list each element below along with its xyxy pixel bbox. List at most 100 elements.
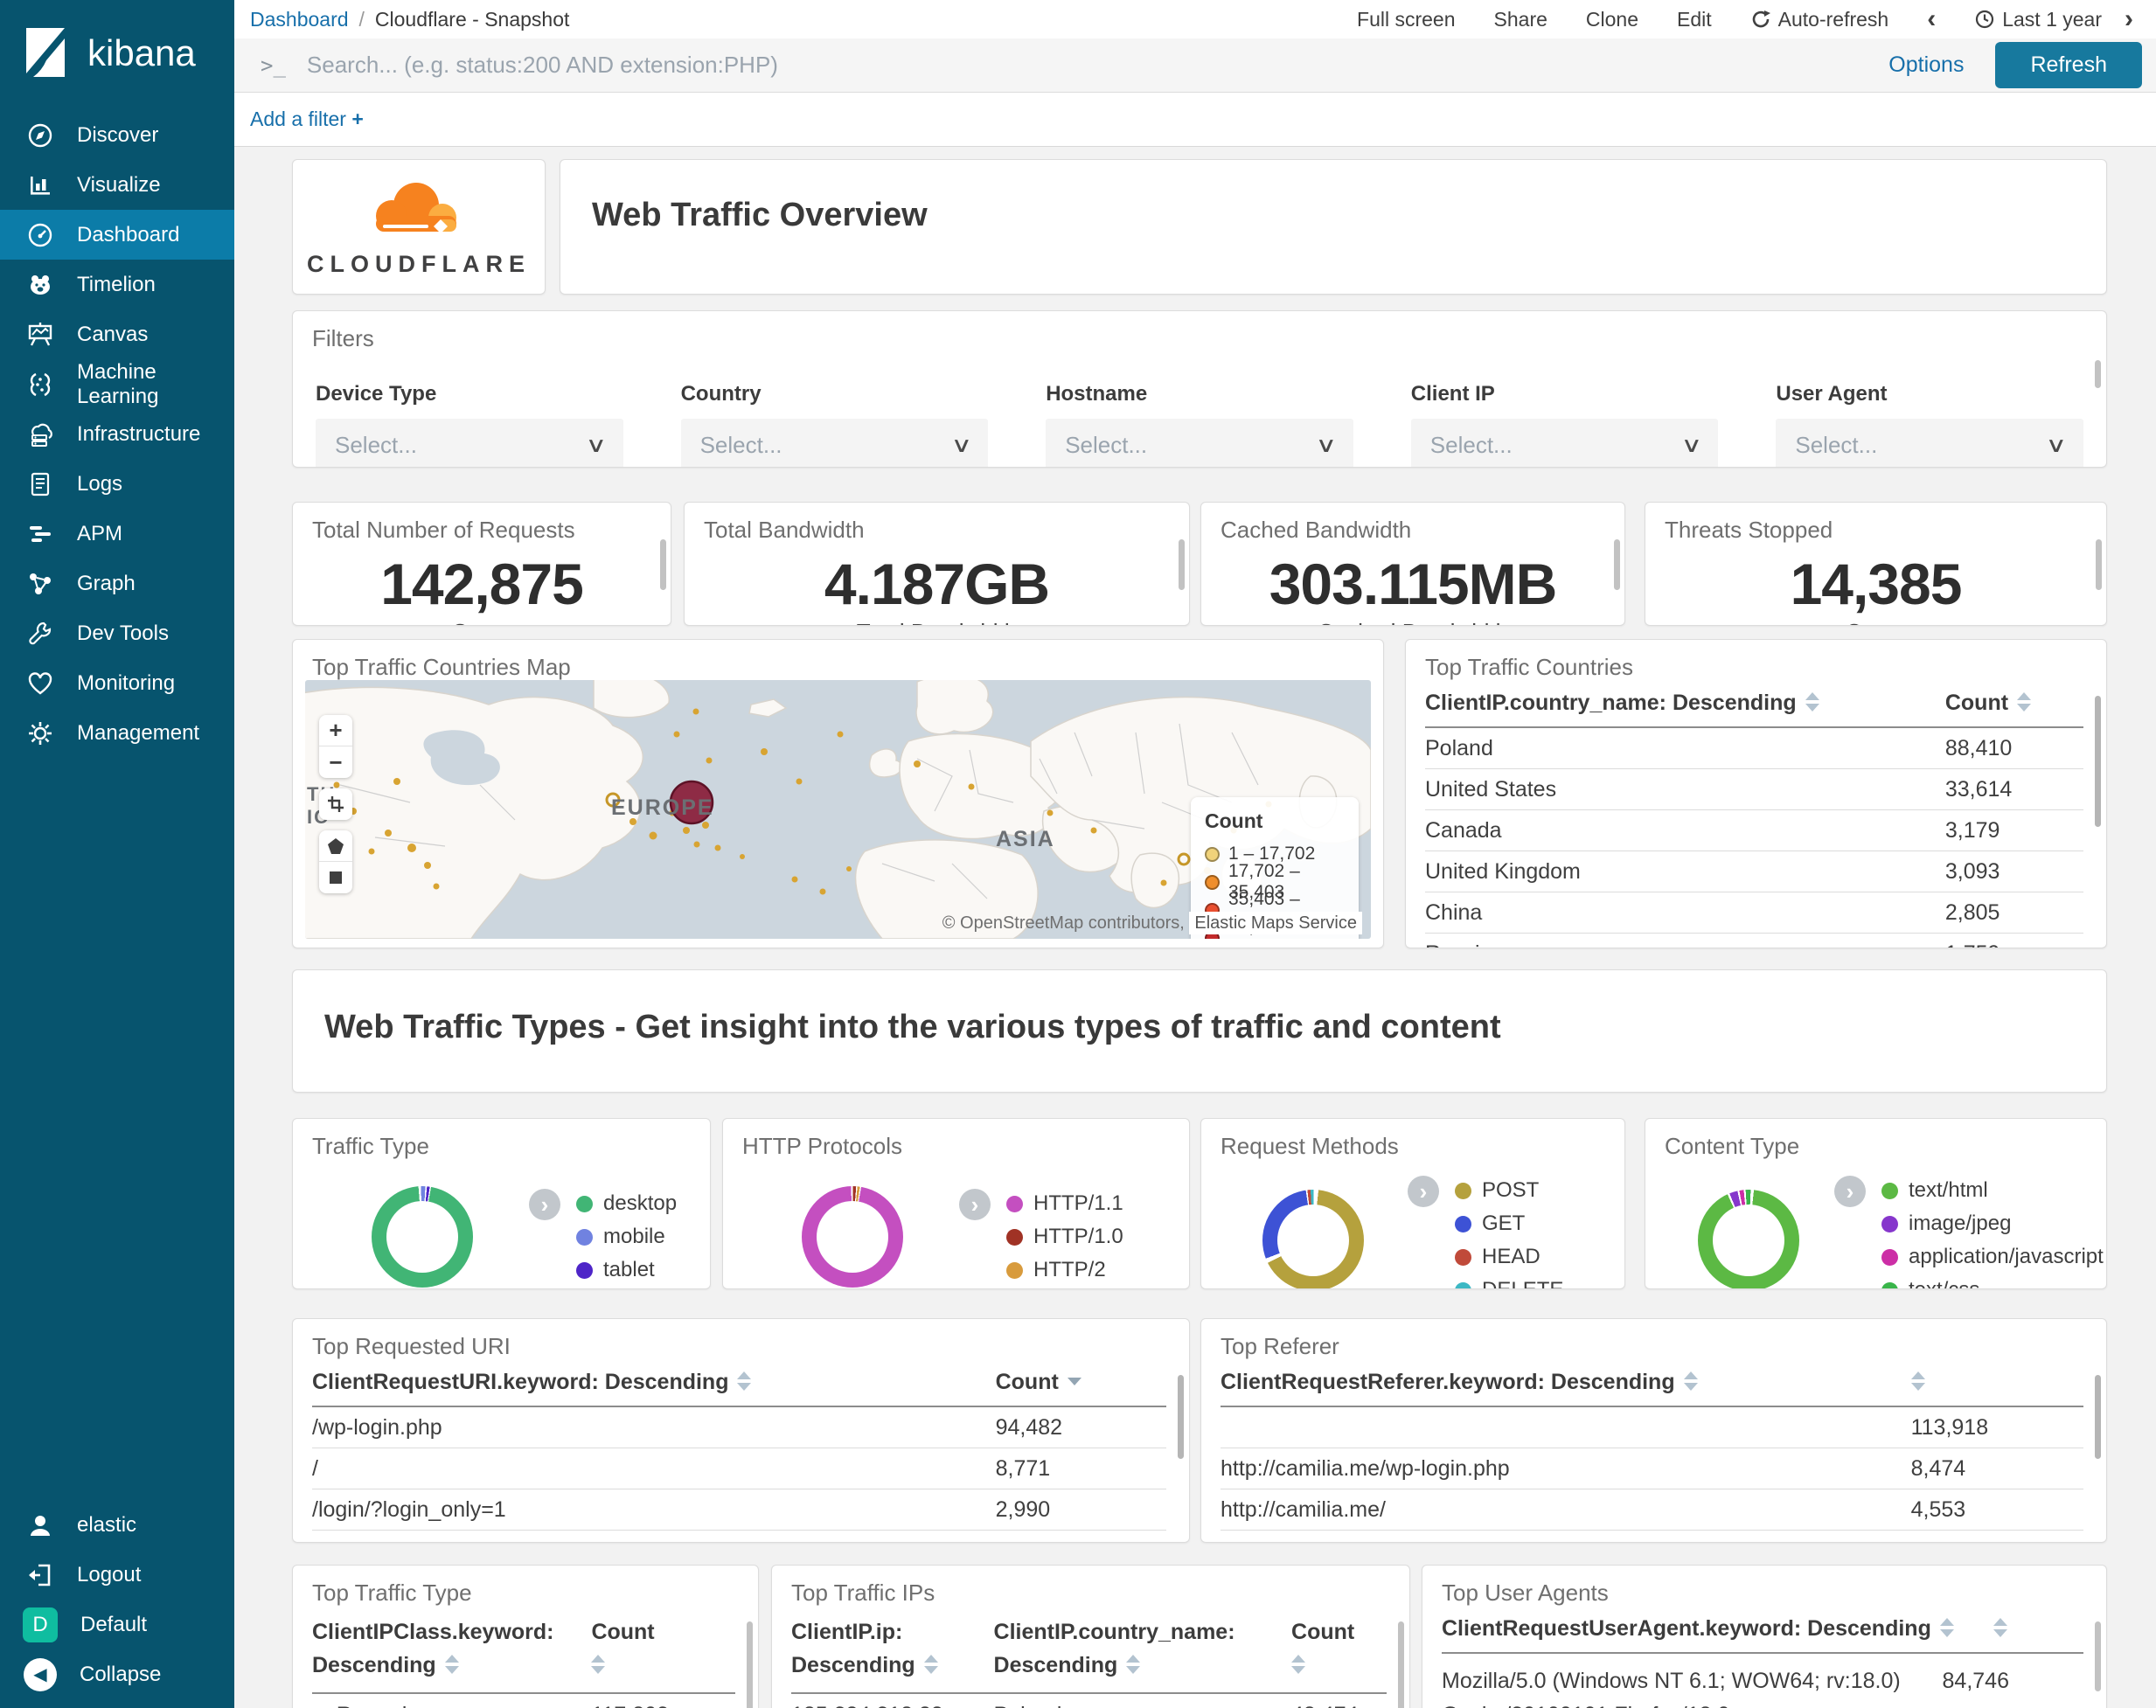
scrollbar[interactable]	[2095, 360, 2101, 388]
table-row[interactable]: /wp-login.php 94,482	[312, 1407, 1166, 1448]
table-row[interactable]: http://camilia.me/wp-login.php 8,474	[1221, 1448, 2083, 1489]
table-row[interactable]: http://camilia.me/4,553	[1221, 1489, 2083, 1531]
traffic-type-donut-chart[interactable]	[372, 1186, 473, 1288]
sidebar-item-logs[interactable]: Logs	[0, 459, 234, 509]
sidebar-item-management[interactable]: Management	[0, 708, 234, 758]
sidebar-item-monitoring[interactable]: Monitoring	[0, 658, 234, 708]
legend-item[interactable]: application/javascript	[1881, 1240, 2104, 1274]
sidebar-item-discover[interactable]: Discover	[0, 110, 234, 160]
count-column-header[interactable]: Count	[1291, 1616, 1354, 1682]
client-ip-select[interactable]: Select... ∨	[1410, 419, 1719, 467]
sidebar-item-timelion[interactable]: Timelion	[0, 260, 234, 309]
legend-item[interactable]: text/css	[1881, 1274, 2104, 1288]
column-header[interactable]: ClientIP.country_name: Descending	[994, 1616, 1235, 1682]
http-protocols-donut-chart[interactable]	[802, 1186, 903, 1288]
table-header[interactable]: ClientIPClass.keyword: Descending Count	[312, 1616, 735, 1694]
scrollbar[interactable]	[2095, 696, 2101, 827]
table-row[interactable]: Russia1,759	[1425, 934, 2083, 948]
legend-item[interactable]: mobile	[576, 1220, 677, 1253]
sidebar-item-space-default[interactable]: D Default	[0, 1600, 234, 1649]
legend-item[interactable]: desktop	[576, 1187, 677, 1220]
table-row[interactable]: Mozilla/5.0 (Windows NT 6.1; WOW64; rv:1…	[1442, 1654, 2083, 1708]
map-rectangle-tool-button[interactable]	[319, 862, 352, 893]
table-header[interactable]: ClientRequestURI.keyword: Descending Cou…	[312, 1370, 1166, 1407]
sidebar-item-logout[interactable]: Logout	[0, 1550, 234, 1600]
legend-item[interactable]: tablet	[576, 1253, 677, 1287]
scrollbar[interactable]	[1398, 1621, 1404, 1708]
sidebar-item-dev-tools[interactable]: Dev Tools	[0, 608, 234, 658]
scrollbar[interactable]	[1178, 1375, 1184, 1459]
breadcrumb-dashboard[interactable]: Dashboard	[250, 8, 349, 31]
scrollbar[interactable]	[1614, 539, 1620, 590]
sidebar-item-apm[interactable]: APM	[0, 509, 234, 559]
table-row[interactable]: Poland 88,410	[1425, 728, 2083, 769]
legend-item[interactable]: GET	[1455, 1207, 1563, 1240]
count-column-header[interactable]: Count	[591, 1616, 655, 1682]
map-polygon-tool-button[interactable]	[319, 830, 352, 862]
legend-expand-button[interactable]: ›	[1834, 1176, 1866, 1207]
count-column-header[interactable]	[1910, 1370, 1925, 1395]
scrollbar[interactable]	[2096, 539, 2102, 590]
legend-expand-button[interactable]: ›	[959, 1189, 991, 1220]
sidebar-item-dashboard[interactable]: Dashboard	[0, 210, 234, 260]
count-column-header[interactable]: Count	[1945, 691, 2032, 716]
kibana-logo[interactable]: kibana	[0, 0, 234, 110]
autorefresh-button[interactable]: Auto-refresh	[1750, 8, 1888, 31]
table-row[interactable]: United Kingdom 3,093	[1425, 851, 2083, 892]
table-row[interactable]: /login/?login_only=1 2,990	[312, 1489, 1166, 1531]
table-header[interactable]: ClientRequestUserAgent.keyword: Descendi…	[1442, 1616, 2083, 1654]
fullscreen-button[interactable]: Full screen	[1357, 8, 1455, 31]
table-row[interactable]: noRecord117,802	[312, 1694, 735, 1708]
sidebar-item-graph[interactable]: Graph	[0, 559, 234, 608]
content-type-donut-chart[interactable]	[1698, 1190, 1799, 1288]
map-zoom-out-button[interactable]: −	[319, 746, 352, 778]
legend-expand-button[interactable]: ›	[529, 1189, 560, 1220]
device-type-select[interactable]: Select... ∨	[316, 419, 623, 467]
table-header[interactable]: ClientRequestReferer.keyword: Descending	[1221, 1370, 2083, 1407]
count-column-header[interactable]	[1993, 1616, 2008, 1642]
sidebar-item-machine-learning[interactable]: Machine Learning	[0, 359, 234, 409]
sidebar-item-infrastructure[interactable]: Infrastructure	[0, 409, 234, 459]
share-button[interactable]: Share	[1494, 8, 1547, 31]
time-back-button[interactable]: ‹	[1927, 4, 1936, 34]
sidebar-item-collapse[interactable]: ◀ Collapse	[0, 1649, 234, 1699]
table-row[interactable]: United States 33,614	[1425, 769, 2083, 810]
legend-expand-button[interactable]: ›	[1408, 1176, 1439, 1207]
map-zoom-in-button[interactable]: +	[319, 715, 352, 746]
table-header[interactable]: ClientIP.country_name: Descending Count	[1425, 691, 2083, 728]
world-map[interactable]: EUROPE ASIA THIC + −	[305, 680, 1371, 939]
request-methods-donut-chart[interactable]	[1262, 1190, 1364, 1288]
clone-button[interactable]: Clone	[1586, 8, 1638, 31]
table-row[interactable]: 113,918	[1221, 1407, 2083, 1448]
table-row[interactable]: http://camilia.me/index.php/2017/06/17/w…	[1221, 1531, 2083, 1542]
count-column-header[interactable]: Count	[996, 1370, 1081, 1395]
options-button[interactable]: Options	[1888, 52, 1964, 78]
time-picker[interactable]: Last 1 year	[1974, 8, 2102, 31]
table-row[interactable]: China 2,805	[1425, 892, 2083, 934]
edit-button[interactable]: Edit	[1677, 8, 1712, 31]
table-header[interactable]: ClientIP.ip: Descending ClientIP.country_…	[791, 1616, 1387, 1694]
legend-item[interactable]: POST	[1455, 1174, 1563, 1207]
legend-item[interactable]: DELETE	[1455, 1274, 1563, 1288]
scrollbar[interactable]	[660, 539, 666, 590]
legend-item[interactable]: HTTP/2	[1006, 1253, 1123, 1287]
user-agent-select[interactable]: Select... ∨	[1776, 419, 2083, 467]
table-row[interactable]: /8,771	[312, 1448, 1166, 1489]
scrollbar[interactable]	[2095, 1621, 2101, 1691]
add-filter-button[interactable]: Add a filter +	[250, 108, 364, 131]
table-row[interactable]: Canada 3,179	[1425, 810, 2083, 851]
sidebar-item-user[interactable]: elastic	[0, 1500, 234, 1550]
legend-item[interactable]: HEAD	[1455, 1240, 1563, 1274]
legend-item[interactable]: image/jpeg	[1881, 1207, 2104, 1240]
legend-item[interactable]: text/html	[1881, 1174, 2104, 1207]
sidebar-item-canvas[interactable]: Canvas	[0, 309, 234, 359]
sidebar-item-visualize[interactable]: Visualize	[0, 160, 234, 210]
map-fit-bounds-button[interactable]	[319, 788, 352, 820]
country-select[interactable]: Select... ∨	[680, 419, 989, 467]
table-row[interactable]: 185.234.218.33 Poland 48,474	[791, 1694, 1387, 1708]
refresh-button[interactable]: Refresh	[1995, 42, 2142, 88]
scrollbar[interactable]	[747, 1621, 753, 1708]
legend-item[interactable]: HTTP/1.1	[1006, 1187, 1123, 1220]
hostname-select[interactable]: Select... ∨	[1046, 419, 1353, 467]
search-input[interactable]: Search... (e.g. status:200 AND extension…	[307, 52, 1888, 79]
